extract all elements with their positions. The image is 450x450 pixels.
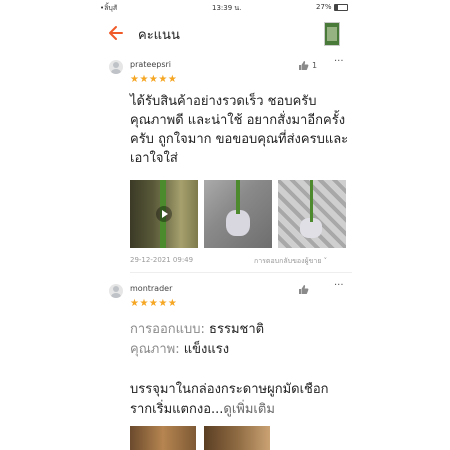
quality-label: คุณภาพ: (130, 342, 180, 357)
see-more-link[interactable]: ดูเพิ่มเติม (223, 402, 274, 417)
rating-stars: ★★★★★ (130, 74, 178, 85)
review-video[interactable] (130, 180, 198, 248)
product-thumbnail[interactable] (324, 22, 340, 46)
divider (130, 272, 352, 273)
like-count: 1 (312, 61, 318, 70)
back-arrow-icon[interactable] (106, 24, 124, 42)
status-bar: •ลิ้บุสั 13:39 น. 27% (100, 0, 352, 14)
review-text: บรรจุมาในกล่องกระดาษผูกมัดเชือก รากเริ่ม… (130, 380, 350, 420)
battery-percent: 27% (316, 3, 332, 11)
more-options-icon[interactable]: ··· (334, 280, 344, 291)
review-card: montrader ★★★★★ ··· การออกแบบ: ธรรมชาติ … (100, 278, 352, 450)
clock: 13:39 น. (212, 4, 242, 12)
battery-icon (334, 4, 348, 11)
review-photo[interactable] (204, 426, 270, 450)
review-date: 29-12-2021 09:49 (130, 256, 194, 264)
design-label: การออกแบบ: (130, 322, 205, 337)
review-photo[interactable] (130, 426, 196, 450)
quality-value: แข็งแรง (183, 342, 230, 357)
seller-reply-toggle[interactable]: การตอบกลับของผู้ขาย ˅ (254, 256, 327, 267)
thumbs-up-icon (299, 285, 309, 294)
review-body: การออกแบบ: ธรรมชาติ คุณภาพ: แข็งแรง บรรจ… (130, 320, 350, 420)
play-icon (156, 206, 172, 222)
reviewer-name: prateepsri (130, 60, 172, 69)
design-attribute: การออกแบบ: ธรรมชาติ (130, 320, 350, 340)
rating-stars: ★★★★★ (130, 298, 178, 309)
reviewer-name: montrader (130, 284, 173, 293)
page-title: คะแนน (138, 28, 180, 43)
quality-attribute: คุณภาพ: แข็งแรง (130, 340, 350, 360)
review-text: ได้รับสินค้าอย่างรวดเร็ว ชอบครับ คุณภาพด… (130, 94, 349, 166)
review-media (130, 180, 350, 250)
header: คะแนน (100, 14, 352, 52)
review-photo[interactable] (204, 180, 272, 248)
review-media (130, 426, 280, 450)
reviews-page: •ลิ้บุสั 13:39 น. 27% คะแนน prateepsri ★… (0, 0, 450, 450)
avatar[interactable] (109, 60, 123, 74)
review-card: prateepsri ★★★★★ 1 ··· ได้รับสินค้าอย่าง… (100, 54, 352, 274)
design-value: ธรรมชาติ (209, 322, 265, 337)
review-photo[interactable] (278, 180, 346, 248)
carrier-text: •ลิ้บุสั (100, 4, 118, 12)
more-options-icon[interactable]: ··· (334, 56, 344, 67)
avatar[interactable] (109, 284, 123, 298)
thumbs-up-icon (299, 61, 309, 70)
like-button[interactable]: 1 (298, 60, 328, 72)
like-button[interactable] (298, 284, 328, 296)
